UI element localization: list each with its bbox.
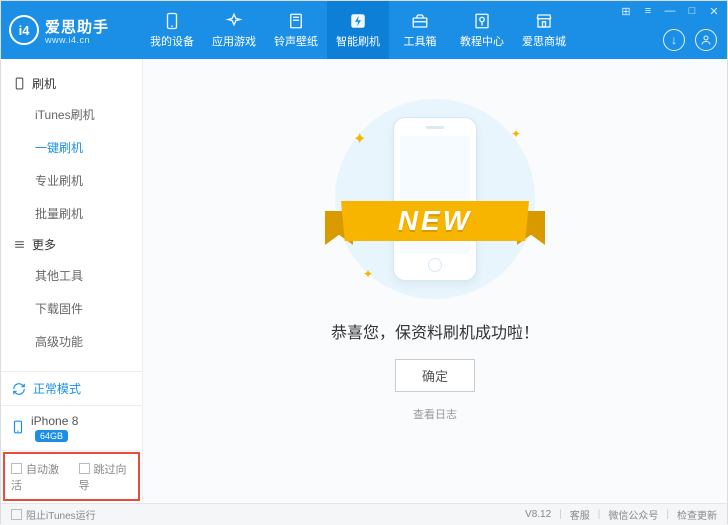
shop-icon — [535, 12, 553, 30]
win-max-icon[interactable]: □ — [685, 5, 699, 18]
wechat-link[interactable]: 微信公众号 — [608, 507, 658, 522]
book-icon — [473, 12, 491, 30]
block-itunes-checkbox[interactable]: 阻止iTunes运行 — [11, 507, 96, 522]
top-nav: 我的设备应用游戏铃声壁纸智能刷机工具箱教程中心爱思商城 — [141, 1, 575, 59]
phone-icon — [11, 420, 25, 437]
status-bar: 阻止iTunes运行 V8.12| 客服| 微信公众号| 检查更新 — [1, 503, 727, 525]
user-icon[interactable] — [695, 29, 717, 51]
success-message: 恭喜您，保资料刷机成功啦！ — [331, 319, 539, 343]
sidebar-group-更多: 更多 — [1, 230, 142, 259]
device-name: iPhone 8 — [31, 414, 78, 428]
nav-toolbox[interactable]: 工具箱 — [389, 1, 451, 59]
sidebar-item[interactable]: 一键刷机 — [1, 131, 142, 164]
auto-activate-checkbox[interactable]: 自动激活 — [11, 461, 65, 493]
spark-icon: ✦ — [363, 267, 373, 281]
logo-area: i4 爱思助手 www.i4.cn — [1, 15, 141, 45]
skip-guide-checkbox[interactable]: 跳过向导 — [79, 461, 133, 493]
app-header: i4 爱思助手 www.i4.cn 我的设备应用游戏铃声壁纸智能刷机工具箱教程中… — [1, 1, 727, 59]
logo-icon: i4 — [9, 15, 39, 45]
sidebar-item[interactable]: 批量刷机 — [1, 197, 142, 230]
nav-flash[interactable]: 智能刷机 — [327, 1, 389, 59]
main-content: NEW ✦ ✦ ✦ 恭喜您，保资料刷机成功啦！ 确定 查看日志 — [143, 59, 727, 503]
nav-phone[interactable]: 我的设备 — [141, 1, 203, 59]
sidebar-item[interactable]: 专业刷机 — [1, 164, 142, 197]
win-menu-icon[interactable]: ⊞ — [619, 5, 633, 18]
sidebar: 刷机iTunes刷机一键刷机专业刷机批量刷机更多其他工具下载固件高级功能 正常模… — [1, 59, 143, 503]
success-illustration: NEW ✦ ✦ ✦ — [335, 99, 535, 299]
win-close-icon[interactable]: ✕ — [707, 5, 721, 18]
sidebar-item[interactable]: 下载固件 — [1, 292, 142, 325]
sidebar-group-刷机: 刷机 — [1, 69, 142, 98]
nav-note[interactable]: 铃声壁纸 — [265, 1, 327, 59]
win-skin-icon[interactable]: ≡ — [641, 5, 655, 18]
note-icon — [287, 12, 305, 30]
flash-icon — [349, 12, 367, 30]
win-min-icon[interactable]: — — [663, 5, 677, 18]
flash-options-row: 自动激活 跳过向导 — [1, 450, 142, 503]
refresh-icon — [11, 381, 27, 397]
ok-button[interactable]: 确定 — [395, 359, 475, 392]
app-url: www.i4.cn — [45, 35, 109, 45]
nav-apps[interactable]: 应用游戏 — [203, 1, 265, 59]
update-link[interactable]: 检查更新 — [677, 507, 717, 522]
new-ribbon: NEW — [323, 195, 547, 251]
apps-icon — [225, 12, 243, 30]
sidebar-item[interactable]: 其他工具 — [1, 259, 142, 292]
phone-icon — [163, 12, 181, 30]
spark-icon: ✦ — [353, 129, 366, 149]
download-icon[interactable]: ↓ — [663, 29, 685, 51]
version-label: V8.12 — [525, 509, 551, 520]
spark-icon: ✦ — [511, 127, 521, 141]
header-right-icons: ↓ — [663, 29, 717, 51]
nav-shop[interactable]: 爱思商城 — [513, 1, 575, 59]
device-info[interactable]: iPhone 8 64GB — [1, 405, 142, 450]
device-storage-badge: 64GB — [35, 430, 68, 442]
app-name: 爱思助手 — [45, 16, 109, 37]
toolbox-icon — [411, 12, 429, 30]
sidebar-item[interactable]: 高级功能 — [1, 325, 142, 358]
window-controls: ⊞ ≡ — □ ✕ — [619, 5, 721, 18]
mode-label: 正常模式 — [33, 380, 81, 397]
nav-book[interactable]: 教程中心 — [451, 1, 513, 59]
sidebar-item[interactable]: iTunes刷机 — [1, 98, 142, 131]
mode-indicator[interactable]: 正常模式 — [1, 371, 142, 405]
support-link[interactable]: 客服 — [570, 507, 590, 522]
view-log-link[interactable]: 查看日志 — [413, 406, 457, 422]
